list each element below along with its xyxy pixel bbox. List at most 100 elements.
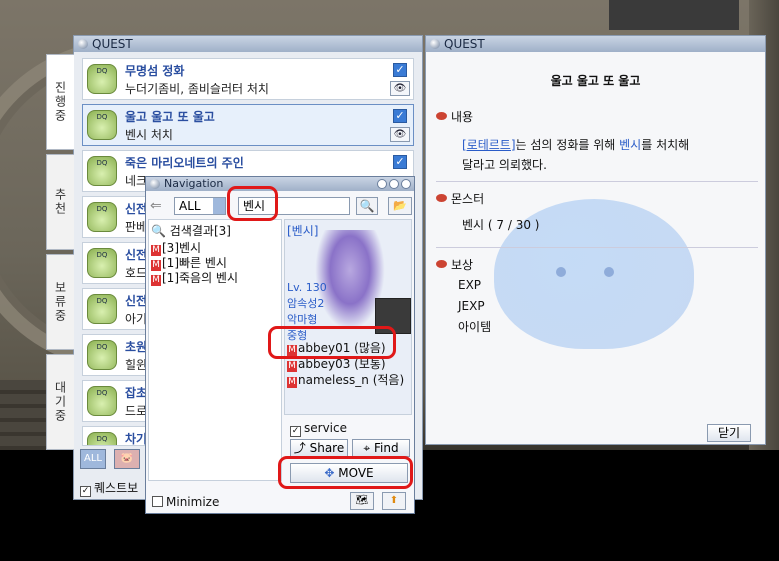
find-button[interactable]: ⌖ Find [352, 439, 410, 457]
back-arrow-icon[interactable]: ⇐ [150, 198, 162, 214]
highlight-search [227, 186, 278, 221]
minimize-option: Minimize [152, 495, 219, 509]
reward-jexp: JEXP [458, 299, 485, 313]
quest-item[interactable]: DQ 무명섬 정화 누더기좀비, 좀비슬러터 처치 ✓ 👁 [82, 58, 414, 100]
service-checkbox[interactable]: ✓ [290, 426, 301, 437]
npc-link[interactable]: [로테르트] [462, 138, 516, 152]
quest-list-title: QUEST [92, 37, 133, 51]
map-search-button[interactable]: 🗺 [350, 492, 374, 510]
reward-item: 아이템 [458, 320, 492, 334]
quest-check[interactable]: ✓ [393, 63, 407, 77]
monster-name: [벤시] [287, 224, 319, 238]
help-icon[interactable] [377, 179, 387, 189]
minimize-icon[interactable] [389, 179, 399, 189]
quest-detail-title: QUEST [444, 37, 485, 51]
monster-icon: M [287, 377, 297, 388]
content-section-header: 내용 [436, 108, 758, 125]
magnifier-icon: 🔍 [151, 224, 166, 238]
search-icon: 🔍 [359, 199, 375, 213]
quest-detail-window: QUEST 울고 울고 또 울고 내용 [로테르트]는 섬의 정화를 위해 벤시… [425, 35, 766, 445]
tab-recommended[interactable]: 추천 [46, 154, 74, 250]
quest-title: 죽은 마리오네트의 주인 [125, 156, 244, 170]
close-icon[interactable] [401, 179, 411, 189]
service-option: ✓ service [290, 421, 347, 437]
service-label: service [304, 421, 347, 435]
result-item[interactable]: M [3]벤시 [149, 241, 281, 256]
reward-list: EXP JEXP 아이템 [458, 275, 758, 338]
highlight-map [268, 326, 396, 359]
quest-summary: 판베 [125, 220, 148, 234]
quest-summary: 아기 [125, 312, 148, 326]
quest-title: 신전 [125, 294, 148, 308]
poring-icon: DQ [87, 202, 117, 232]
bullet-icon [436, 260, 447, 268]
window-controls [375, 179, 411, 194]
poring-icon: DQ [87, 386, 117, 416]
pig-icon[interactable]: 🐷 [113, 449, 140, 469]
tab-on-hold[interactable]: 보류중 [46, 254, 74, 350]
bullet-icon [436, 194, 447, 202]
map-search-icon: 🗺 [355, 495, 369, 506]
poring-icon: DQ [87, 340, 117, 370]
monster-icon: M [151, 260, 161, 271]
result-item[interactable]: M [1]죽음의 벤시 [149, 271, 281, 286]
search-button[interactable]: 🔍 [356, 197, 378, 215]
eye-icon[interactable]: 👁 [390, 127, 410, 142]
monster-section-header: 몬스터 [436, 190, 758, 207]
share-button[interactable]: ⤴ Share [290, 439, 348, 457]
minimize-checkbox[interactable] [152, 496, 163, 507]
monster-text: 벤시 ( 7 / 30 ) [462, 218, 540, 232]
monster-icon: M [151, 245, 161, 256]
quest-summary: 호드 [125, 266, 148, 280]
folder-button[interactable]: 📂 [388, 197, 412, 215]
highlight-move [278, 456, 413, 489]
poring-icon: DQ [87, 248, 117, 278]
up-button[interactable]: ⬆ [382, 492, 406, 510]
window-icon [78, 39, 88, 49]
quest-footer-label: 퀘스트보 [94, 481, 139, 495]
quest-list-titlebar[interactable]: QUEST [74, 36, 422, 52]
bullet-icon [436, 112, 447, 120]
tab-waiting[interactable]: 대기중 [46, 354, 74, 450]
monster-icon: M [287, 361, 297, 372]
monster-info-panel: [벤시] Lv. 130 암속성2 악마형 중형 Mabbey01 (많음) M… [284, 219, 412, 415]
navigation-search-bar: ⇐ ALL 벤시 🔍 📂 [150, 197, 412, 215]
poring-icon: DQ [87, 432, 117, 445]
quest-title: 무명섬 정화 [125, 64, 185, 78]
quest-detail-titlebar[interactable]: QUEST [426, 36, 765, 52]
wall-block [609, 0, 739, 30]
chevron-down-icon[interactable] [213, 198, 225, 214]
filter-select[interactable]: ALL [174, 197, 226, 215]
target-link[interactable]: 벤시 [619, 138, 641, 152]
quest-item[interactable]: DQ 울고 울고 또 울고 벤시 처치 ✓ 👁 [82, 104, 414, 146]
tab-in-progress[interactable]: 진행중 [46, 54, 74, 150]
close-button[interactable]: 닫기 [707, 424, 751, 442]
map-item[interactable]: Mnameless_n (적음) [287, 372, 411, 388]
poring-icon: DQ [87, 110, 117, 140]
minimize-label: Minimize [166, 495, 220, 509]
content-text: [로테르트]는 섬의 정화를 위해 벤시를 처치해 달라고 의뢰했다. [462, 138, 690, 172]
poring-icon: DQ [87, 156, 117, 186]
filter-all-button[interactable]: ALL [80, 449, 106, 469]
quest-check[interactable]: ✓ [393, 109, 407, 123]
quest-check[interactable]: ✓ [393, 155, 407, 169]
search-results-panel: 🔍 검색결과[3] M [3]벤시 M [1]빠른 벤시 M [1]죽음의 벤시 [148, 219, 282, 481]
quest-summary: 벤시 처치 [125, 128, 173, 142]
eye-icon[interactable]: 👁 [390, 81, 410, 96]
poring-icon: DQ [87, 294, 117, 324]
result-item[interactable]: M [1]빠른 벤시 [149, 256, 281, 271]
window-icon [430, 39, 440, 49]
navigation-titlebar[interactable]: Navigation [146, 177, 414, 191]
quest-footer-checkbox[interactable]: ✓ [80, 486, 91, 497]
filter-value: ALL [179, 199, 201, 213]
arrow-up-icon: ⬆ [389, 495, 399, 506]
results-header: 🔍 검색결과[3] [151, 224, 231, 238]
quest-title: 잡초 [125, 386, 148, 400]
quest-footer: ✓ 퀘스트보 [80, 479, 138, 497]
quest-detail-body: 내용 [로테르트]는 섬의 정화를 위해 벤시를 처치해 달라고 의뢰했다. 몬… [436, 100, 758, 338]
navigation-title: Navigation [164, 177, 224, 190]
quest-title: 차기 [125, 432, 148, 446]
quest-tabs: 진행중 추천 보류중 대기중 [46, 54, 74, 454]
folder-icon: 📂 [393, 199, 407, 212]
quest-summary: 드로 [125, 404, 148, 418]
